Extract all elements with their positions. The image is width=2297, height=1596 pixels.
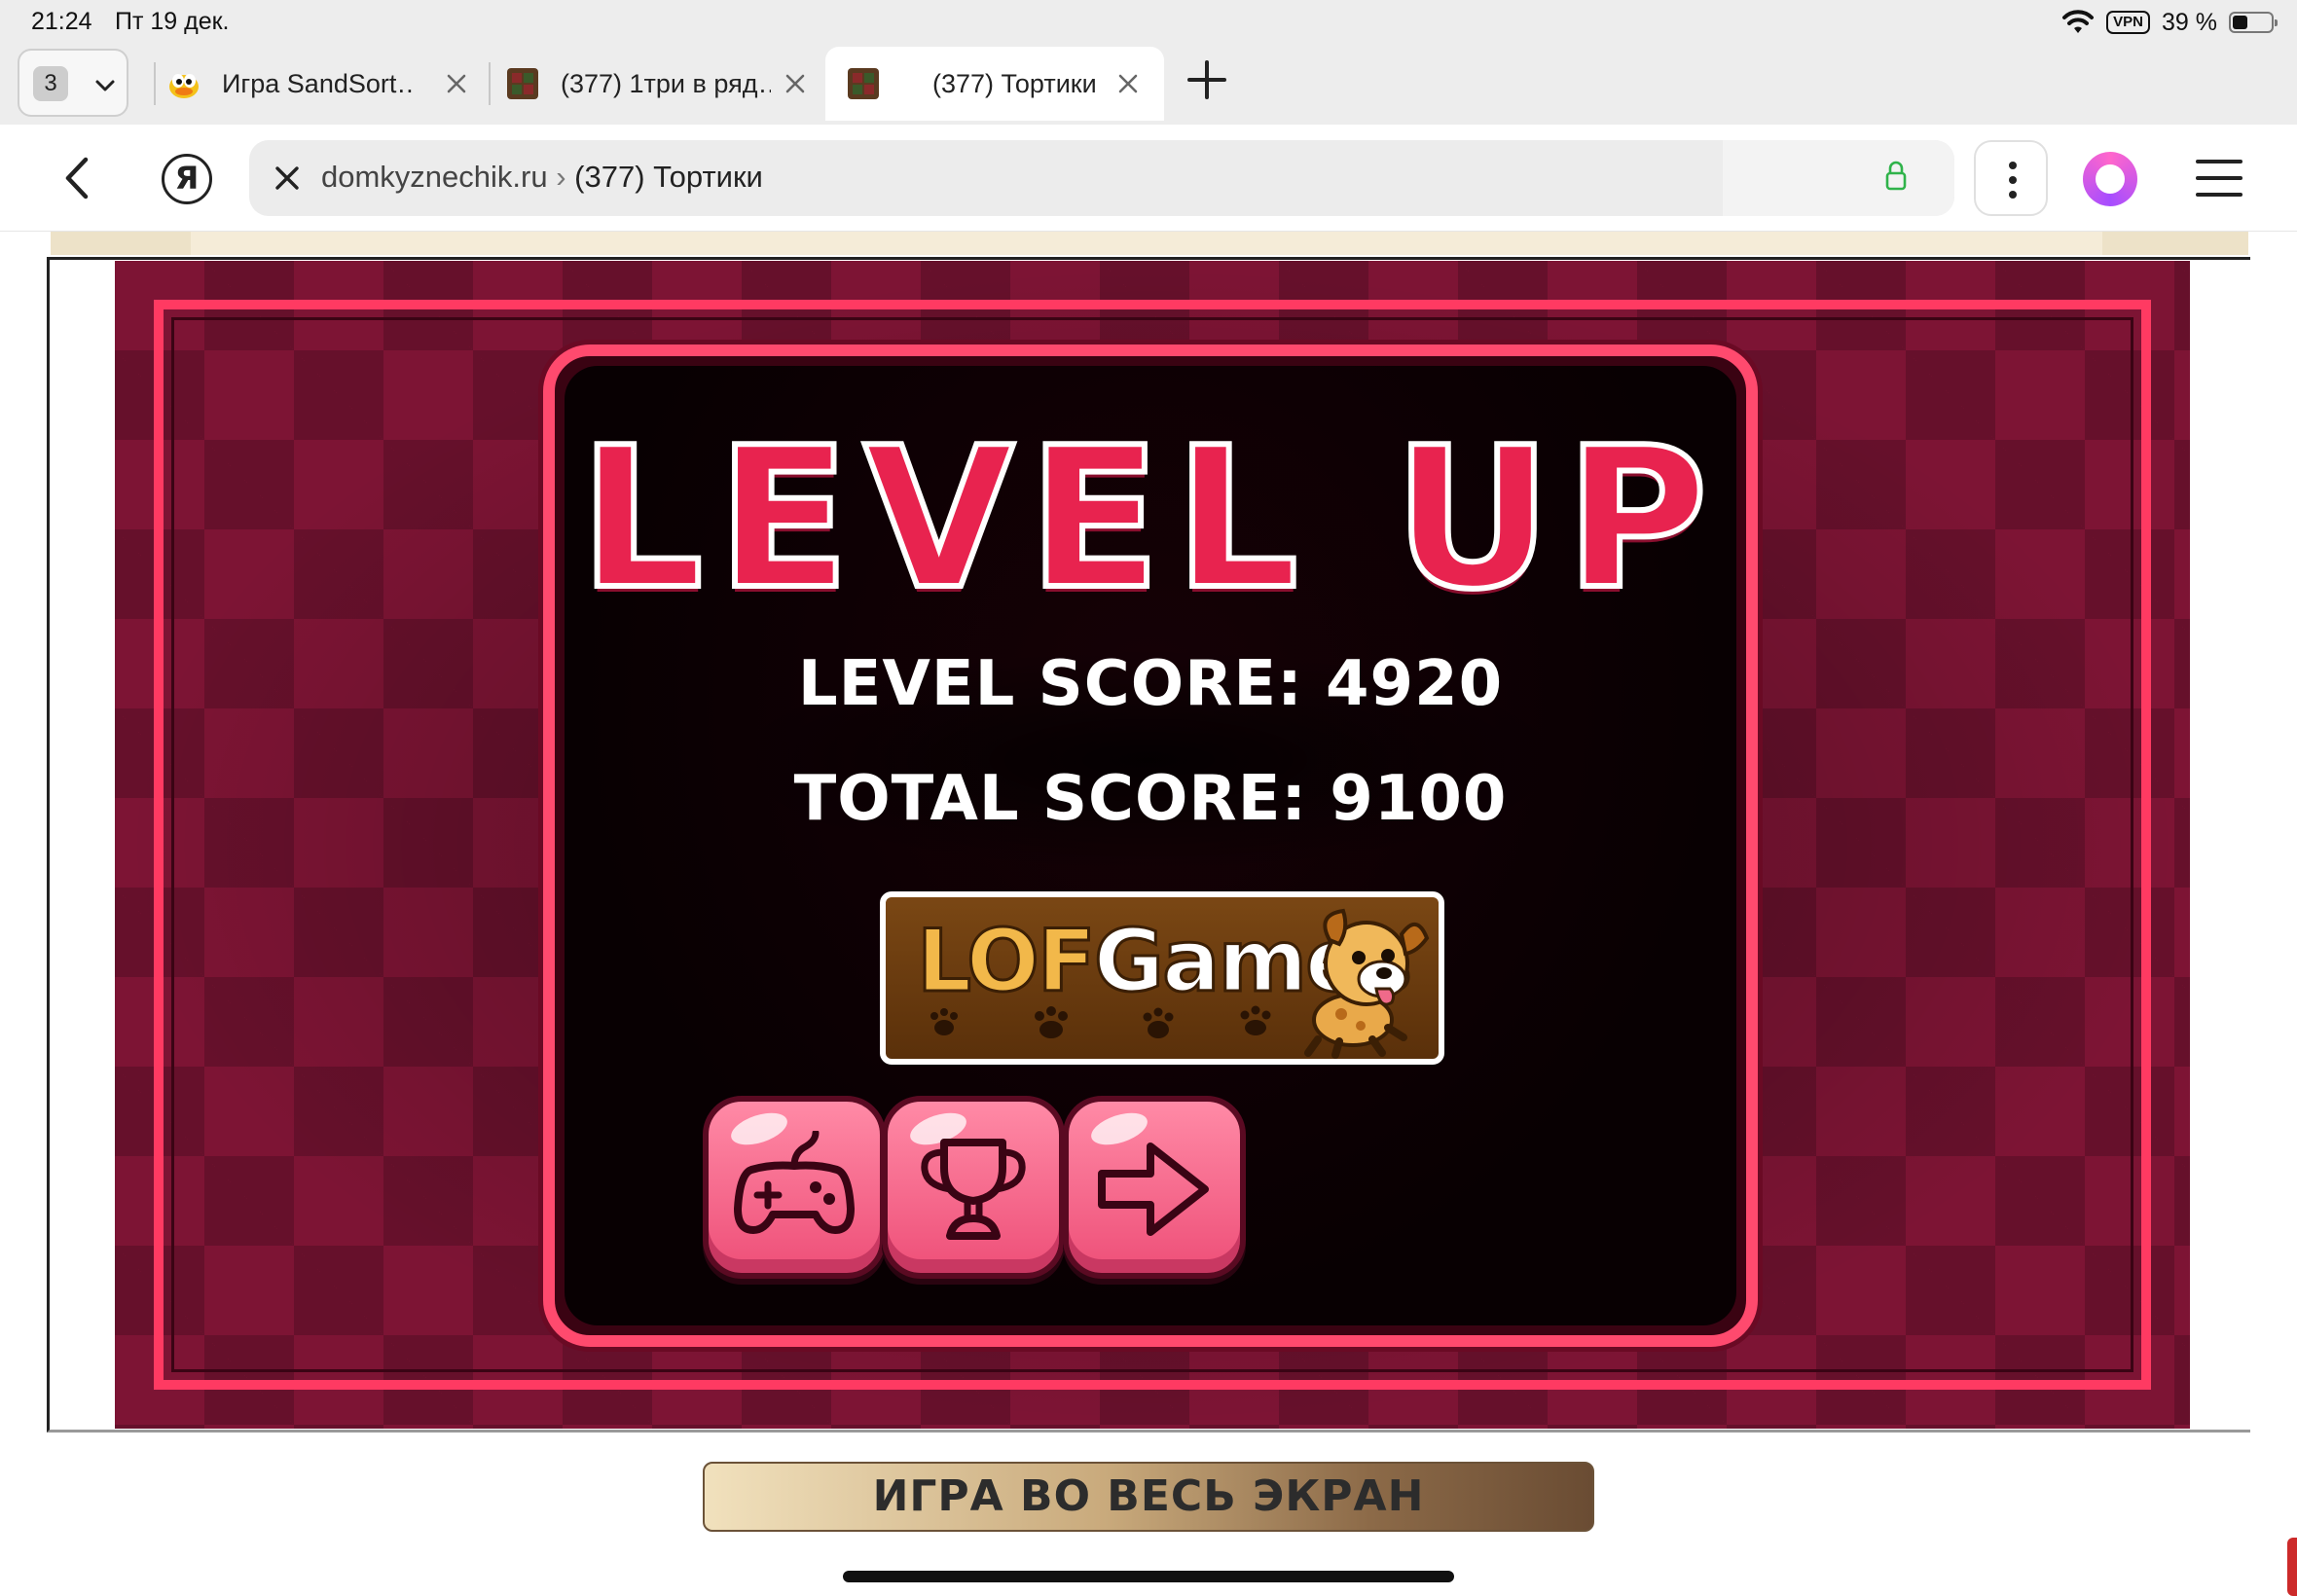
battery-percent: 39 % — [2162, 8, 2217, 36]
close-tab-icon[interactable] — [444, 71, 469, 96]
hamburger-menu-icon[interactable] — [2196, 160, 2242, 199]
tab-strip: 3 Игра SandSort… (377) 1три в ряд… (377)… — [0, 45, 2297, 125]
tab-separator — [489, 62, 491, 105]
battery-fill — [2233, 16, 2247, 29]
paw-prints-icon — [930, 1005, 1271, 1038]
address-bar-fade — [1723, 140, 1954, 216]
tab-separator — [154, 62, 156, 105]
game-canvas[interactable]: LEVEL UP LEVEL SCORE: 4920 TOTAL SCORE: … — [115, 261, 2190, 1429]
url-domain: domkyznechik.ru — [321, 160, 548, 194]
tab-count: 3 — [33, 66, 68, 101]
clock: 21:24 — [31, 8, 92, 35]
more-games-button[interactable] — [703, 1096, 886, 1279]
fullscreen-button[interactable]: ИГРА ВО ВЕСЬ ЭКРАН — [703, 1462, 1594, 1532]
tab-sandsort[interactable]: Игра SandSort… — [167, 47, 489, 121]
status-bar: 21:24 Пт 19 дек. VPN 39 % — [0, 0, 2297, 45]
tab-title: (377) Тортики — [932, 68, 1097, 98]
home-indicator[interactable] — [843, 1571, 1454, 1582]
dot — [2009, 176, 2017, 184]
total-score-label: TOTAL SCORE: — [793, 763, 1307, 835]
leaderboard-button[interactable] — [882, 1096, 1065, 1279]
side-edge-tab[interactable] — [2287, 1538, 2297, 1596]
browser-window: 21:24 Пт 19 дек. VPN 39 % 3 Игра SandSor… — [0, 0, 2297, 1596]
level-up-dialog: LEVEL UP LEVEL SCORE: 4920 TOTAL SCORE: … — [543, 345, 1758, 1347]
chevron-down-icon — [95, 80, 115, 91]
level-score-label: LEVEL SCORE: — [797, 648, 1303, 720]
level-score-value: 4920 — [1326, 648, 1504, 720]
tab-title: (377) 1три в ряд… — [561, 68, 771, 98]
navigation-bar: Я domkyznechik.ru › (377) Тортики — [0, 125, 2297, 232]
address-bar[interactable]: domkyznechik.ru › (377) Тортики — [249, 140, 1954, 216]
lofgames-sponsor-logo[interactable]: LOFGames — [880, 891, 1444, 1065]
new-tab-plus-icon[interactable] — [1185, 58, 1228, 101]
tab-switcher-button[interactable]: 3 — [18, 49, 128, 117]
url-separator: › — [556, 160, 566, 194]
close-tab-icon[interactable] — [783, 71, 808, 96]
wifi-icon — [2062, 10, 2095, 33]
gamepad-icon — [734, 1131, 855, 1234]
yandex-logo-icon[interactable]: Я — [162, 154, 212, 204]
duck-favicon-icon — [169, 74, 199, 98]
arrow-right-icon — [1098, 1143, 1209, 1236]
tab-tortiki-active[interactable]: (377) Тортики — [825, 47, 1164, 121]
lock-icon[interactable] — [1884, 160, 1908, 193]
alice-assistant-icon[interactable] — [2083, 152, 2137, 206]
dialog-body: LEVEL UP LEVEL SCORE: 4920 TOTAL SCORE: … — [565, 366, 1736, 1325]
cake-game-favicon-icon — [848, 68, 879, 99]
next-level-button[interactable] — [1063, 1096, 1246, 1279]
dot — [2009, 162, 2017, 169]
cake-game-favicon-icon — [507, 68, 538, 99]
level-score: LEVEL SCORE: 4920 — [565, 648, 1736, 720]
status-icons: VPN 39 % — [2061, 6, 2278, 39]
back-arrow-icon[interactable] — [56, 154, 101, 202]
trophy-icon — [921, 1139, 1026, 1240]
url-page-title: (377) Тортики — [574, 160, 763, 194]
dog-mascot-icon — [1304, 908, 1430, 1059]
page-header-strip — [51, 232, 2248, 255]
dot — [2009, 191, 2017, 199]
battery-icon — [2229, 12, 2278, 33]
level-up-heading: LEVEL UP — [576, 406, 1722, 633]
more-options-button[interactable] — [1974, 140, 2048, 216]
total-score-value: 9100 — [1330, 763, 1508, 835]
tab-three-in-row[interactable]: (377) 1три в ряд… — [506, 47, 827, 121]
total-score: TOTAL SCORE: 9100 — [565, 763, 1736, 835]
tab-title: Игра SandSort… — [222, 68, 417, 98]
date: Пт 19 дек. — [115, 8, 230, 35]
vpn-badge: VPN — [2106, 11, 2151, 34]
stop-loading-icon[interactable] — [273, 163, 302, 193]
address-text[interactable]: domkyznechik.ru › (377) Тортики — [321, 160, 763, 195]
close-tab-icon[interactable] — [1115, 71, 1141, 96]
